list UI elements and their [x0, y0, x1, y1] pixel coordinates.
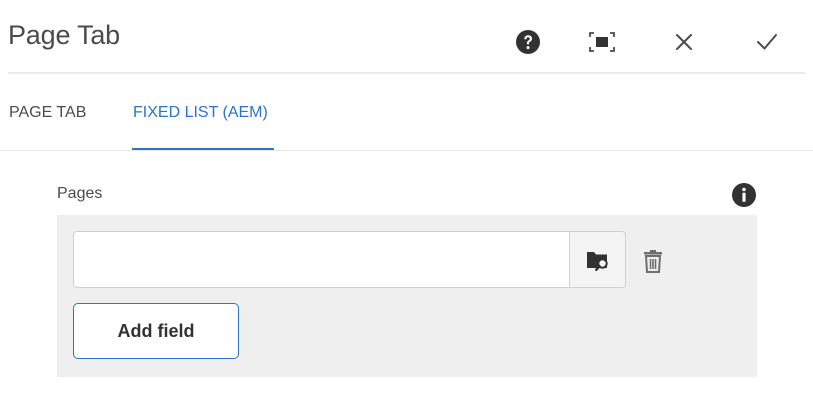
close-button[interactable]: [669, 27, 699, 57]
add-field-button[interactable]: Add field: [73, 303, 239, 359]
dialog-header: Page Tab: [0, 0, 813, 74]
tab-page-tab[interactable]: PAGE TAB: [9, 104, 86, 122]
tab-bar: PAGE TAB FIXED LIST (AEM): [0, 92, 813, 152]
fullscreen-icon: [589, 32, 615, 52]
info-circle-icon[interactable]: [731, 182, 757, 208]
delete-item-button[interactable]: [637, 245, 669, 277]
checkmark-icon: [757, 34, 777, 50]
page-path-input[interactable]: [73, 231, 569, 288]
question-circle-icon: [516, 30, 540, 54]
tab-fixed-list[interactable]: FIXED LIST (AEM): [133, 104, 268, 122]
done-button[interactable]: [752, 27, 782, 57]
fullscreen-button[interactable]: [587, 27, 617, 57]
tab-divider: [0, 150, 813, 151]
folder-search-icon: [586, 251, 608, 271]
help-button[interactable]: [513, 27, 543, 57]
browse-button[interactable]: [569, 231, 626, 288]
pages-multifield: Add field: [57, 215, 757, 377]
header-divider: [8, 72, 805, 74]
trash-icon: [644, 250, 662, 273]
close-icon: [676, 34, 692, 50]
pages-label: Pages: [57, 185, 103, 202]
dialog-title: Page Tab: [8, 20, 121, 50]
